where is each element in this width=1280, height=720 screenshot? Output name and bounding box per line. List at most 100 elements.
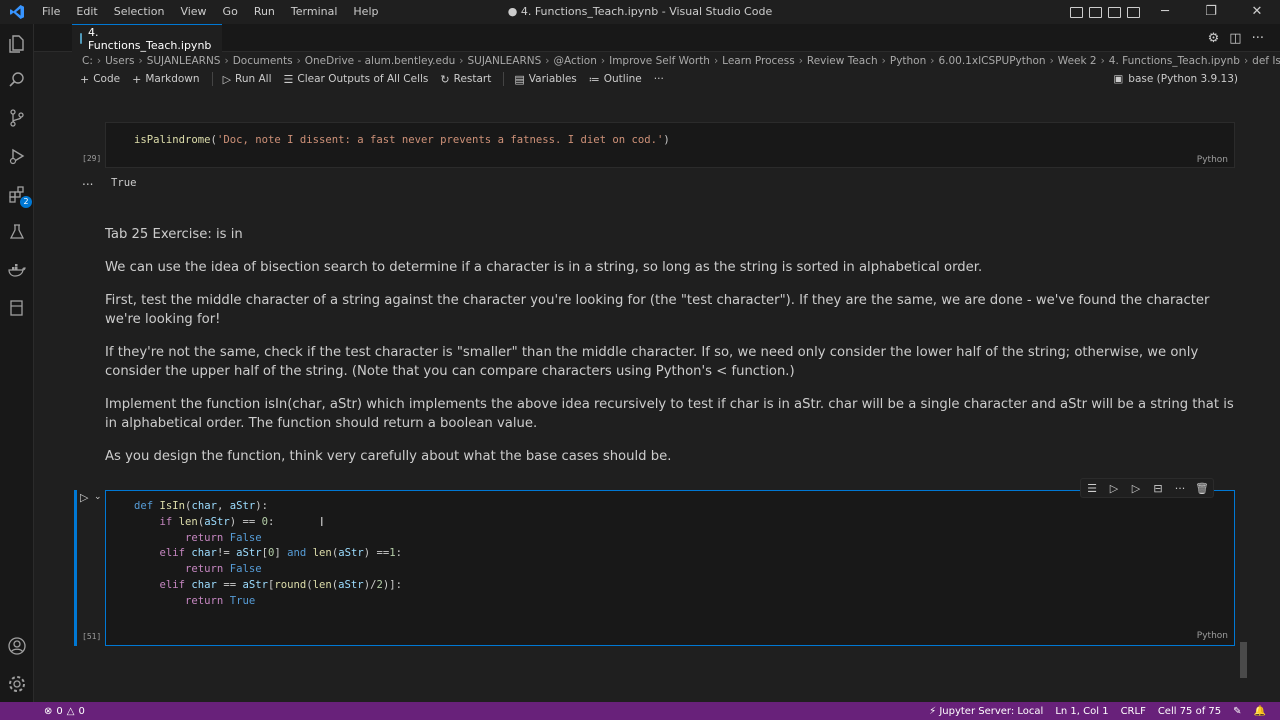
breadcrumb-chevron-icon: › xyxy=(930,55,935,67)
add-code-cell-button[interactable]: + Code xyxy=(80,73,120,86)
add-markdown-cell-button[interactable]: + Markdown xyxy=(132,73,199,86)
kernel-picker[interactable]: ▣ base (Python 3.9.13) xyxy=(1113,70,1238,88)
extensions-icon[interactable]: 2 xyxy=(0,176,34,212)
markdown-cell[interactable]: Tab 25 Exercise: is in xyxy=(105,225,1235,244)
problems-indicator[interactable]: ⊗ 0 △ 0 xyxy=(44,706,85,717)
code-line[interactable]: isPalindrome('Doc, note I dissent: a fas… xyxy=(134,133,670,149)
menu-selection[interactable]: Selection xyxy=(106,0,173,24)
settings-gear-icon[interactable] xyxy=(0,666,34,702)
clear-outputs-button[interactable]: ☰ Clear Outputs of All Cells xyxy=(284,73,429,86)
breadcrumb-item[interactable]: Week 2 xyxy=(1058,55,1097,67)
run-by-line-icon[interactable]: ☰ xyxy=(1081,479,1103,497)
toggle-secondary-sidebar-icon[interactable] xyxy=(1108,6,1121,18)
cell-more-icon[interactable]: ··· xyxy=(1169,479,1191,497)
cell-language-label[interactable]: Python xyxy=(1197,631,1228,641)
menu-run[interactable]: Run xyxy=(246,0,283,24)
search-icon[interactable] xyxy=(0,62,34,98)
docker-icon[interactable] xyxy=(0,252,34,288)
clear-all-icon: ☰ xyxy=(283,72,294,86)
markdown-paragraph: As you design the function, think very c… xyxy=(105,449,672,464)
toggle-panel-icon[interactable] xyxy=(1089,6,1102,18)
breadcrumb-item[interactable]: @Action xyxy=(554,55,597,67)
plus-icon: + xyxy=(80,72,90,86)
breadcrumb: C: › Users › SUJANLEARNS › Documents › OneDr… xyxy=(34,52,1280,70)
breadcrumb-item[interactable]: SUJANLEARNS xyxy=(147,55,221,67)
breadcrumb-chevron-icon: › xyxy=(881,55,886,67)
cell-toolbar: ☰ ▷ ▷ ⊟ ··· 🗑 xyxy=(1080,478,1214,498)
breadcrumb-chevron-icon: › xyxy=(798,55,803,67)
breadcrumb-item[interactable]: Users xyxy=(105,55,134,67)
delete-cell-icon[interactable]: 🗑 xyxy=(1191,479,1213,497)
menu-go[interactable]: Go xyxy=(215,0,246,24)
toolbar-more-button[interactable]: ··· xyxy=(654,73,664,85)
breadcrumb-item[interactable]: OneDrive - alum.bentley.edu xyxy=(305,55,456,67)
run-all-label: Run All xyxy=(235,73,272,85)
split-editor-icon[interactable]: ◫ xyxy=(1229,31,1241,46)
activity-bar: 2 xyxy=(0,24,34,702)
breadcrumb-item[interactable]: C: xyxy=(82,55,93,67)
restore-icon[interactable]: ❐ xyxy=(1188,0,1234,24)
cursor-position[interactable]: Ln 1, Col 1 xyxy=(1055,706,1108,717)
variables-button[interactable]: ▤ Variables xyxy=(514,73,576,86)
breadcrumb-item[interactable]: 4. Functions_Teach.ipynb xyxy=(1109,55,1240,67)
clear-outputs-label: Clear Outputs of All Cells xyxy=(297,73,429,85)
feedback-icon[interactable]: ✎ xyxy=(1233,706,1241,717)
outline-label: Outline xyxy=(603,73,642,85)
close-icon[interactable]: ✕ xyxy=(1234,0,1280,24)
execute-above-icon[interactable]: ▷ xyxy=(1103,479,1125,497)
breadcrumb-item[interactable]: Documents xyxy=(233,55,293,67)
jupyter-server-status[interactable]: ⚡ Jupyter Server: Local xyxy=(929,706,1043,717)
menu-file[interactable]: File xyxy=(34,0,68,24)
run-all-button[interactable]: ▷ Run All xyxy=(223,73,272,86)
chevron-down-icon[interactable]: ⌄ xyxy=(94,492,102,502)
notebook-toolbar: + Code + Markdown ▷ Run All ☰ Clear Outputs … xyxy=(34,70,1280,88)
end-of-line[interactable]: CRLF xyxy=(1121,706,1146,717)
code-editor[interactable]: def IsIn(char, aStr): if len(aStr) == 0:… xyxy=(134,499,402,610)
add-code-label: Code xyxy=(93,73,121,85)
cell-indicator[interactable]: Cell 75 of 75 xyxy=(1158,706,1221,717)
breadcrumb-item[interactable]: Improve Self Worth xyxy=(609,55,710,67)
accounts-icon[interactable] xyxy=(0,628,34,664)
outline-button[interactable]: ≔ Outline xyxy=(589,73,642,86)
breadcrumb-item[interactable]: Learn Process xyxy=(722,55,795,67)
output-ellipsis-icon[interactable]: ... xyxy=(82,174,93,188)
scrollbar-thumb[interactable] xyxy=(1240,642,1247,678)
breadcrumb-chevron-icon: › xyxy=(713,55,719,67)
execute-cell-icon[interactable]: ▷ xyxy=(80,491,88,504)
tab-functions-teach[interactable]: 4. Functions_Teach.ipynb xyxy=(72,24,222,52)
breadcrumb-item[interactable]: Python xyxy=(890,55,926,67)
breadcrumb-chevron-icon: › xyxy=(96,55,102,67)
notebook-settings-gear-icon[interactable]: ⚙ xyxy=(1208,31,1220,46)
breadcrumb-chevron-icon: › xyxy=(296,55,301,67)
code-cell-previous[interactable]: isPalindrome('Doc, note I dissent: a fas… xyxy=(105,122,1235,168)
testing-icon[interactable] xyxy=(0,214,34,250)
breadcrumb-item[interactable]: 6.00.1xICSPUPython xyxy=(938,55,1045,67)
breadcrumb-chevron-icon: › xyxy=(1243,55,1249,67)
notifications-bell-icon[interactable]: 🔔 xyxy=(1254,706,1266,717)
customize-layout-icon[interactable] xyxy=(1127,6,1140,18)
remote-explorer-icon[interactable] xyxy=(0,290,34,326)
menu-edit[interactable]: Edit xyxy=(68,0,105,24)
source-control-icon[interactable] xyxy=(0,100,34,136)
cell-language-label[interactable]: Python xyxy=(1197,155,1228,165)
code-cell-active[interactable]: def IsIn(char, aStr): if len(aStr) == 0:… xyxy=(105,490,1235,646)
editor-scrollbar[interactable] xyxy=(1240,92,1248,702)
menu-terminal[interactable]: Terminal xyxy=(283,0,346,24)
menu-help[interactable]: Help xyxy=(345,0,386,24)
markdown-paragraph: Implement the function isIn(char, aStr) … xyxy=(105,397,1234,431)
toggle-sidebar-icon[interactable] xyxy=(1070,6,1083,18)
breadcrumb-item[interactable]: Review Teach xyxy=(807,55,878,67)
run-debug-icon[interactable] xyxy=(0,138,34,174)
more-actions-icon[interactable]: ··· xyxy=(1252,31,1264,46)
minimize-icon[interactable]: ─ xyxy=(1142,0,1188,24)
restart-kernel-button[interactable]: ↻ Restart xyxy=(440,73,491,86)
menu-view[interactable]: View xyxy=(172,0,214,24)
split-cell-icon[interactable]: ⊟ xyxy=(1147,479,1169,497)
breadcrumb-chevron-icon: › xyxy=(545,55,550,67)
breadcrumb-item[interactable]: SUJANLEARNS xyxy=(468,55,542,67)
add-markdown-label: Markdown xyxy=(145,73,200,85)
execute-below-icon[interactable]: ▷ xyxy=(1125,479,1147,497)
explorer-icon[interactable] xyxy=(0,26,34,62)
layout-controls xyxy=(1070,0,1140,24)
breadcrumb-item[interactable]: def IsIn(char, aStr): xyxy=(1252,55,1280,67)
